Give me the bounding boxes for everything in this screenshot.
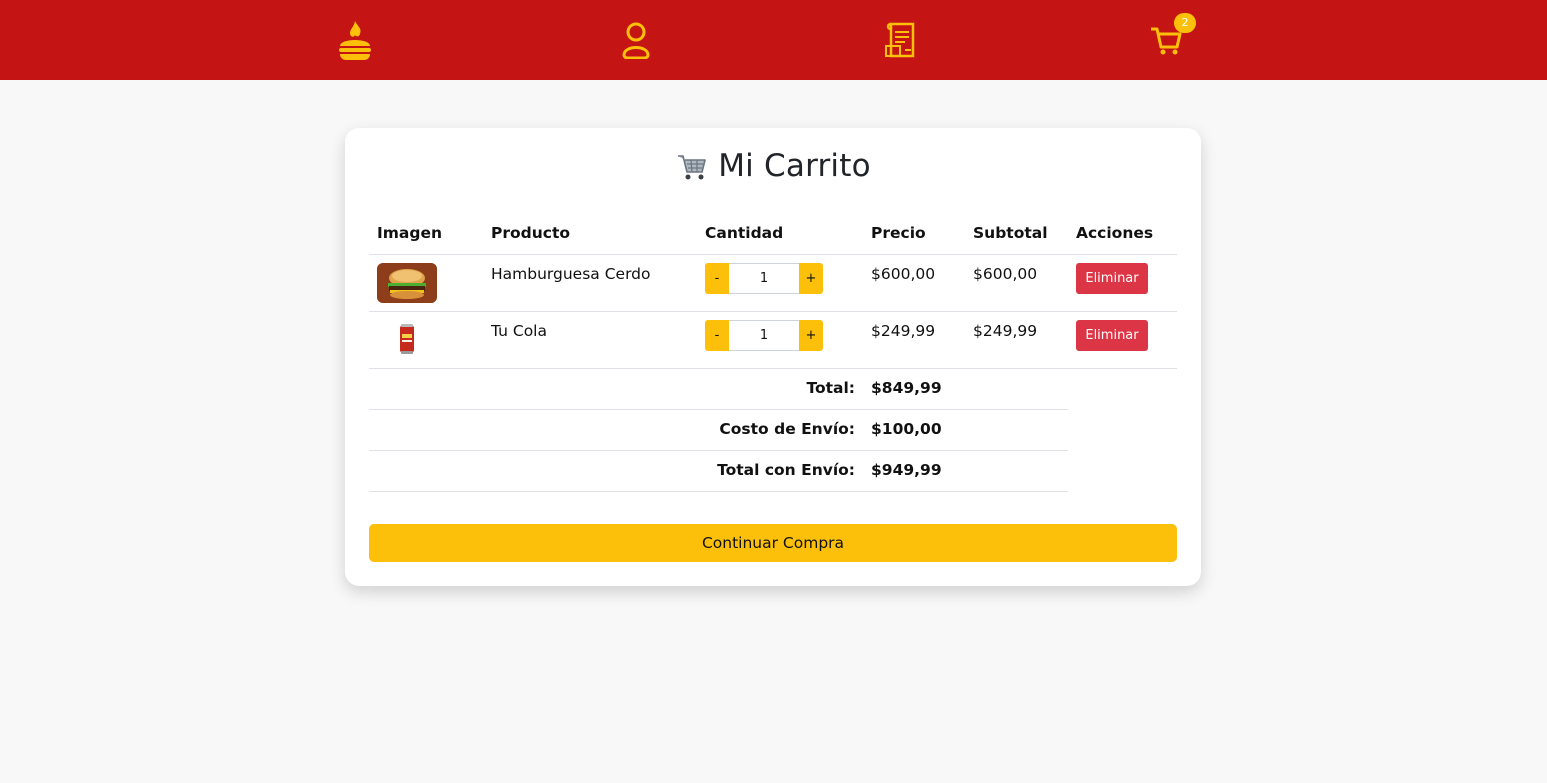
continue-purchase-button[interactable]: Continuar Compra — [369, 524, 1177, 562]
column-header-quantity: Cantidad — [705, 224, 784, 242]
decrease-quantity-button[interactable]: - — [705, 320, 729, 351]
table-divider — [369, 254, 1177, 255]
shipping-label: Costo de Envío: — [719, 420, 855, 438]
decrease-quantity-button[interactable]: - — [705, 263, 729, 294]
user-nav-button[interactable] — [616, 18, 656, 62]
column-header-price: Precio — [871, 224, 926, 242]
cart-title: Mi Carrito — [0, 148, 1547, 184]
cart-card — [345, 128, 1201, 586]
product-name: Hamburguesa Cerdo — [491, 265, 651, 283]
remove-item-button[interactable]: Eliminar — [1076, 263, 1148, 294]
cart-count-badge: 2 — [1174, 13, 1196, 33]
shipping-value: $100,00 — [871, 420, 942, 438]
column-header-subtotal: Subtotal — [973, 224, 1048, 242]
product-price: $249,99 — [871, 322, 936, 340]
burger-photo — [377, 263, 437, 303]
table-divider — [369, 311, 1177, 312]
total-label: Total: — [806, 379, 855, 397]
shopping-cart-icon — [678, 155, 707, 180]
product-name: Tu Cola — [491, 322, 547, 340]
product-price: $600,00 — [871, 265, 936, 283]
orders-nav-button[interactable] — [881, 18, 921, 62]
cola-can-photo — [397, 322, 417, 356]
grand-total-value: $949,99 — [871, 461, 942, 479]
column-header-product: Producto — [491, 224, 571, 242]
user-icon — [622, 22, 650, 59]
quantity-stepper: - 1 + — [705, 263, 823, 294]
total-value: $849,99 — [871, 379, 942, 397]
totals-divider — [369, 409, 1068, 410]
increase-quantity-button[interactable]: + — [799, 320, 823, 351]
quantity-stepper: - 1 + — [705, 320, 823, 351]
product-subtotal: $249,99 — [973, 322, 1038, 340]
totals-divider — [369, 491, 1068, 492]
remove-item-button[interactable]: Eliminar — [1076, 320, 1148, 351]
totals-divider — [369, 450, 1068, 451]
column-header-image: Imagen — [377, 224, 443, 242]
burger-flame-icon — [339, 21, 371, 60]
quantity-input[interactable]: 1 — [729, 320, 799, 351]
increase-quantity-button[interactable]: + — [799, 263, 823, 294]
grand-total-label: Total con Envío: — [717, 461, 855, 479]
quantity-input[interactable]: 1 — [729, 263, 799, 294]
column-header-actions: Acciones — [1076, 224, 1154, 242]
page-title: Mi Carrito — [718, 148, 871, 184]
cart-nav-button[interactable]: 2 — [1146, 13, 1196, 62]
table-divider — [369, 368, 1177, 369]
receipt-icon — [885, 22, 915, 58]
product-subtotal: $600,00 — [973, 265, 1038, 283]
menu-nav-button[interactable] — [335, 18, 375, 62]
top-navbar: 2 — [0, 0, 1547, 80]
